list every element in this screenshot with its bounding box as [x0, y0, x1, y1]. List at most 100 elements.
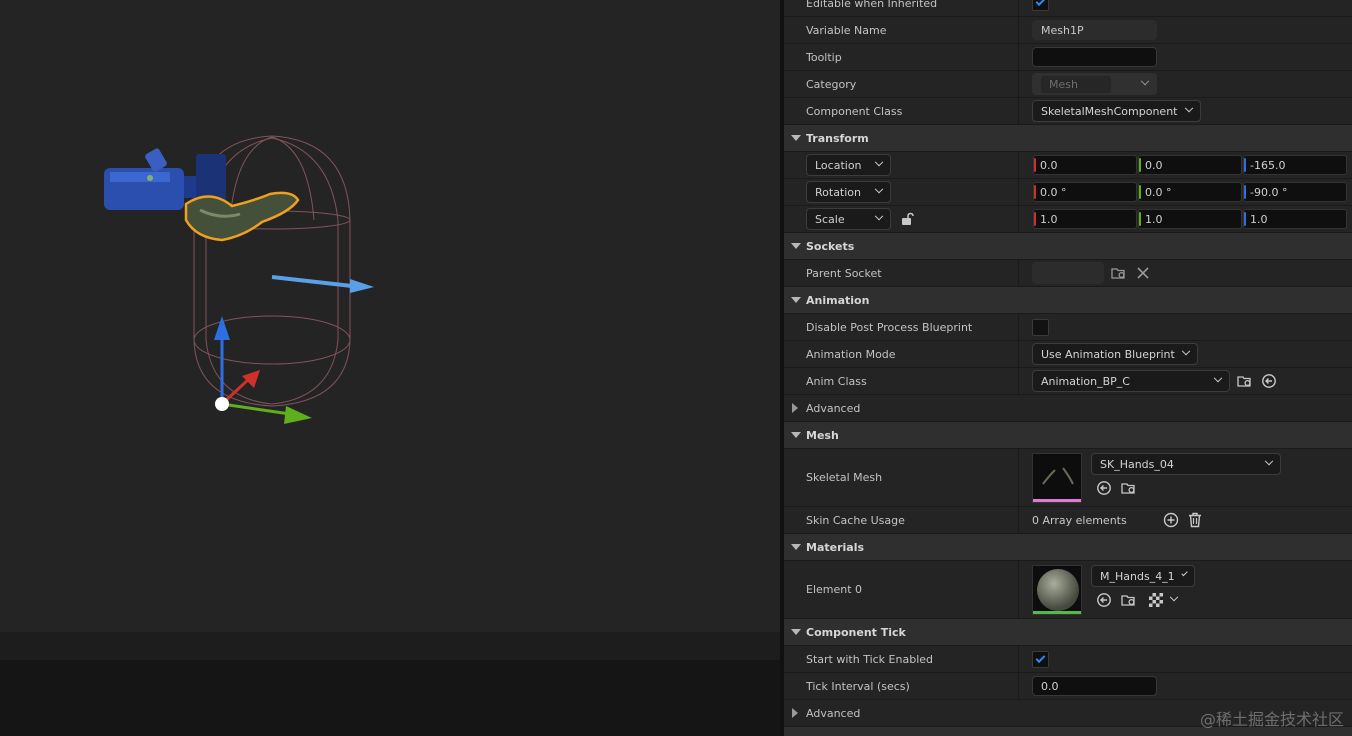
category-transform[interactable]: Transform	[784, 125, 1352, 152]
viewport-bottom-area	[0, 632, 780, 736]
skeletal-mesh-thumbnail[interactable]	[1032, 453, 1082, 503]
parent-socket-field[interactable]	[1032, 262, 1104, 284]
clear-icon[interactable]	[1134, 264, 1152, 282]
transform-gizmo	[214, 316, 312, 424]
material-combo[interactable]: M_Hands_4_1	[1091, 565, 1195, 587]
add-element-icon[interactable]	[1162, 511, 1180, 529]
row-tooltip: Tooltip	[784, 44, 1352, 71]
category-component-tick[interactable]: Component Tick	[784, 619, 1352, 646]
row-label: Skeletal Mesh	[806, 471, 883, 484]
chevron-down-icon[interactable]	[1165, 591, 1183, 609]
category-label: Materials	[806, 540, 865, 554]
row-label: Disable Post Process Blueprint	[806, 320, 973, 334]
variable-name-field[interactable]: Mesh1P	[1032, 20, 1157, 40]
start-tick-checkbox[interactable]	[1032, 650, 1049, 668]
scale-x-value: 1.0	[1040, 212, 1058, 226]
category-label: Animation	[806, 293, 870, 307]
location-y-value: 0.0	[1145, 158, 1163, 172]
location-mode-combo[interactable]: Location	[806, 154, 891, 176]
browse-asset-icon[interactable]	[1120, 479, 1138, 497]
scale-y-field[interactable]: 1.0	[1138, 209, 1242, 229]
row-label: Element 0	[806, 583, 863, 596]
tooltip-field[interactable]	[1032, 47, 1157, 67]
checker-texture-icon[interactable]	[1147, 591, 1165, 609]
use-selected-icon[interactable]	[1095, 479, 1113, 497]
rotation-y-field[interactable]: 0.0 °	[1138, 182, 1242, 202]
expand-arrow-icon	[792, 708, 798, 718]
component-class-combo[interactable]: SkeletalMeshComponent	[1032, 100, 1201, 122]
disable-post-process-checkbox[interactable]	[1032, 318, 1049, 336]
viewport-scene[interactable]	[0, 0, 780, 632]
row-skeletal-mesh: Skeletal Mesh SK_Hands_04	[784, 449, 1352, 507]
category-combo[interactable]: Mesh	[1032, 73, 1157, 95]
chevron-down-icon	[874, 157, 884, 167]
anim-class-value: Animation_BP_C	[1041, 374, 1130, 388]
skeletal-mesh-value: SK_Hands_04	[1100, 457, 1174, 471]
tick-interval-field[interactable]: 0.0	[1032, 676, 1157, 696]
editable-inherited-checkbox[interactable]	[1032, 0, 1049, 11]
row-anim-class: Anim Class Animation_BP_C	[784, 368, 1352, 395]
anim-class-combo[interactable]: Animation_BP_C	[1032, 370, 1230, 392]
chevron-down-icon	[1264, 456, 1274, 466]
material-thumbnail[interactable]	[1032, 565, 1082, 615]
trash-icon[interactable]	[1186, 511, 1204, 529]
row-rotation: Rotation 0.0 ° 0.0 ° -90.0 °	[784, 179, 1352, 206]
category-materials[interactable]: Materials	[784, 534, 1352, 561]
row-scale: Scale 1.0 1.0 1.0	[784, 206, 1352, 233]
browse-asset-icon[interactable]	[1236, 372, 1254, 390]
location-y-field[interactable]: 0.0	[1138, 155, 1242, 175]
animation-mode-combo[interactable]: Use Animation Blueprint	[1032, 343, 1198, 365]
expand-arrow-icon	[791, 544, 801, 550]
rotation-mode-combo[interactable]: Rotation	[806, 181, 891, 203]
chevron-down-icon	[1140, 76, 1150, 86]
browse-asset-icon[interactable]	[1120, 591, 1138, 609]
browse-socket-icon[interactable]	[1110, 264, 1128, 282]
row-location: Location 0.0 0.0 -165.0	[784, 152, 1352, 179]
location-z-field[interactable]: -165.0	[1243, 155, 1347, 175]
use-selected-icon[interactable]	[1260, 372, 1278, 390]
location-z-value: -165.0	[1250, 158, 1286, 172]
category-label: Transform	[806, 131, 869, 145]
expand-arrow-icon	[791, 243, 801, 249]
row-label: Editable when Inherited	[806, 0, 938, 10]
chevron-down-icon	[1184, 103, 1193, 113]
rotation-x-value: 0.0 °	[1040, 185, 1067, 199]
row-category: Category Mesh	[784, 71, 1352, 98]
forward-arrow	[271, 275, 374, 293]
editor-viewport[interactable]	[0, 0, 780, 632]
chevron-down-icon	[1213, 373, 1223, 383]
category-animation[interactable]: Animation	[784, 287, 1352, 314]
rotation-y-value: 0.0 °	[1145, 185, 1172, 199]
row-skin-cache-usage: Skin Cache Usage 0 Array elements	[784, 507, 1352, 534]
row-label: Advanced	[806, 401, 861, 415]
row-label: Advanced	[806, 706, 861, 720]
row-editable-when-inherited: Editable when Inherited	[784, 0, 1352, 17]
category-label: Component Tick	[806, 625, 906, 639]
details-panel: Editable when Inherited Variable Name Me…	[784, 0, 1352, 736]
scale-mode-combo[interactable]: Scale	[806, 208, 891, 230]
rotation-x-field[interactable]: 0.0 °	[1033, 182, 1137, 202]
row-component-class: Component Class SkeletalMeshComponent	[784, 98, 1352, 125]
chevron-down-icon	[874, 184, 884, 194]
row-label: Category	[806, 77, 857, 91]
row-label: Tick Interval (secs)	[806, 679, 910, 693]
rotation-z-field[interactable]: -90.0 °	[1243, 182, 1347, 202]
row-label: Parent Socket	[806, 266, 882, 280]
category-value: Mesh	[1041, 75, 1111, 93]
scale-x-field[interactable]: 1.0	[1033, 209, 1137, 229]
location-x-value: 0.0	[1040, 158, 1058, 172]
skeletal-mesh-combo[interactable]: SK_Hands_04	[1091, 453, 1281, 475]
expand-arrow-icon	[792, 403, 798, 413]
category-sockets[interactable]: Sockets	[784, 233, 1352, 260]
use-selected-icon[interactable]	[1095, 591, 1113, 609]
scale-z-field[interactable]: 1.0	[1243, 209, 1347, 229]
unlock-icon[interactable]	[898, 210, 916, 228]
row-label: Anim Class	[806, 374, 867, 388]
rotation-label: Rotation	[815, 185, 862, 199]
expand-arrow-icon	[791, 297, 801, 303]
category-label: Mesh	[806, 428, 839, 442]
location-x-field[interactable]: 0.0	[1033, 155, 1137, 175]
expand-arrow-icon	[791, 432, 801, 438]
category-mesh[interactable]: Mesh	[784, 422, 1352, 449]
row-animation-advanced[interactable]: Advanced	[784, 395, 1352, 422]
